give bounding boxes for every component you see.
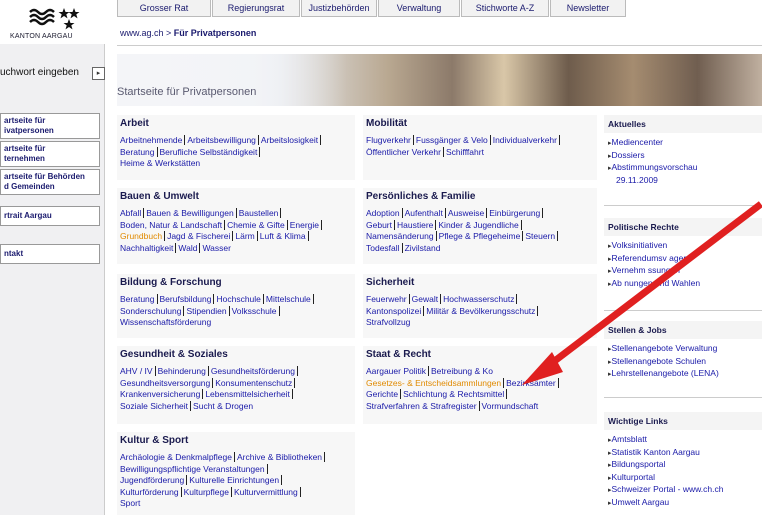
red-arrow-icon <box>522 201 762 385</box>
